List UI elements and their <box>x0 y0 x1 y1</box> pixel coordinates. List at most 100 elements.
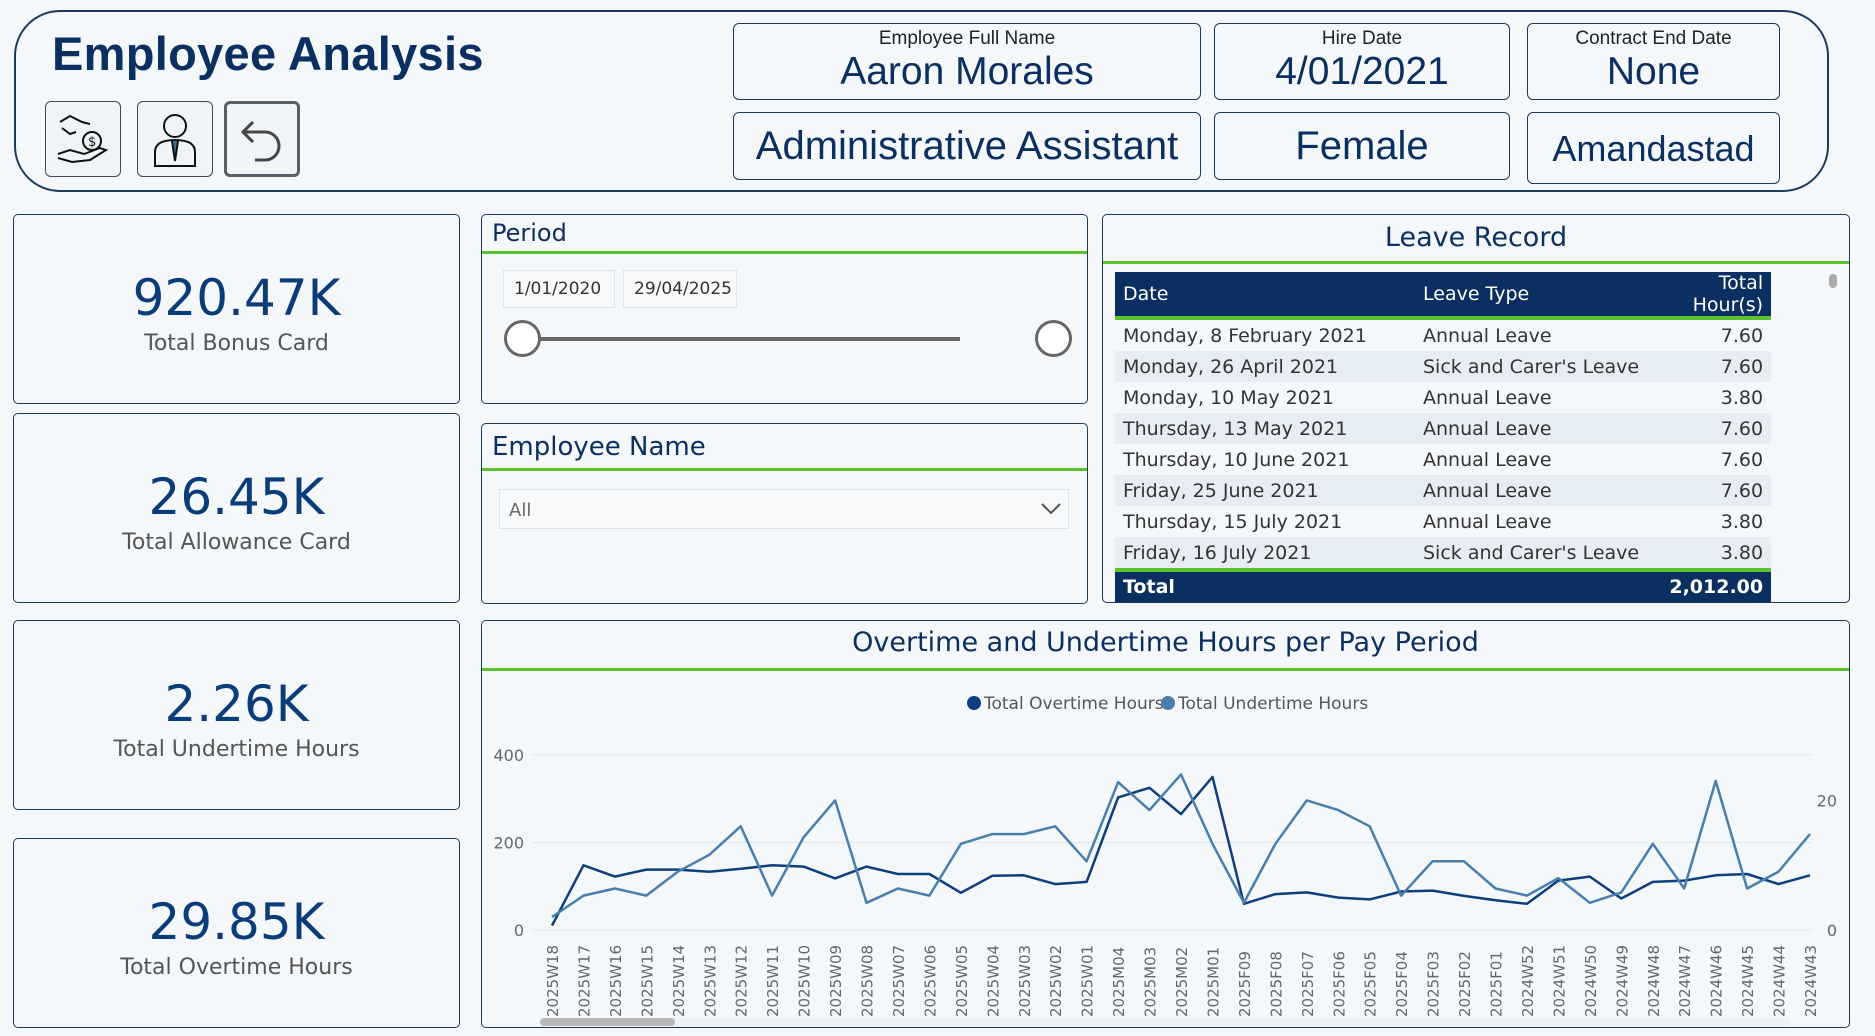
cell-hours: 3.80 <box>1647 537 1772 570</box>
cell-hours: 3.80 <box>1647 506 1772 537</box>
employee-icon <box>154 114 196 167</box>
leave-title-underline <box>1103 261 1849 264</box>
x-tick-label: 2025F06 <box>1330 951 1348 1017</box>
gender-card: Female <box>1214 112 1510 180</box>
money-hand-icon: $ <box>57 114 109 164</box>
kpi-label: Total Undertime Hours <box>113 737 360 762</box>
x-tick-label: 2024W44 <box>1771 945 1789 1017</box>
kpi-total-undertime: 2.26K Total Undertime Hours <box>13 620 460 810</box>
cell-leave-type: Annual Leave <box>1415 506 1648 537</box>
legend-label: Total Overtime Hours <box>983 694 1164 714</box>
chart-title-underline <box>482 668 1849 671</box>
svg-text:$: $ <box>88 135 96 150</box>
table-row[interactable]: Friday, 16 July 2021 Sick and Carer's Lea… <box>1115 537 1772 570</box>
x-tick-label: 2025M01 <box>1204 947 1222 1017</box>
x-tick-label: 2025F09 <box>1236 951 1254 1017</box>
column-header-leave-type[interactable]: Leave Type <box>1415 272 1648 320</box>
leave-total-row: Total 2,012.00 <box>1115 568 1772 602</box>
x-tick-label: 2025W08 <box>859 945 877 1017</box>
table-row[interactable]: Monday, 10 May 2021 Annual Leave 3.80 <box>1115 382 1772 413</box>
chart-svg: 0 200 400 0 20 Total Overtime Hours Total Unde… <box>493 694 1837 1026</box>
x-tick-label: 2025M04 <box>1110 947 1128 1017</box>
cell-date: Friday, 16 July 2021 <box>1115 537 1415 570</box>
x-tick-label: 2025F04 <box>1393 951 1411 1017</box>
x-tick-label: 2024W51 <box>1550 945 1568 1017</box>
x-tick-label: 2024W48 <box>1645 945 1663 1017</box>
table-row[interactable]: Thursday, 10 June 2021 Annual Leave 7.60 <box>1115 444 1772 475</box>
kpi-total-overtime: 29.85K Total Overtime Hours <box>13 838 460 1028</box>
x-tick-label: 2024W52 <box>1519 945 1537 1017</box>
x-tick-label: 2025W09 <box>827 945 845 1017</box>
x-tick-label: 2025W17 <box>575 945 593 1017</box>
x-tick-label: 2025F07 <box>1299 951 1317 1017</box>
cell-leave-type: Sick and Carer's Leave <box>1415 537 1648 570</box>
period-slider-track[interactable] <box>522 337 960 341</box>
x-tick-label: 2025W04 <box>984 945 1002 1017</box>
period-slicer-title: Period <box>492 219 567 247</box>
x-tick-label: 2024W47 <box>1676 945 1694 1017</box>
x-tick-label: 2025W12 <box>733 945 751 1017</box>
employee-title-underline <box>482 468 1087 471</box>
period-slider-start-handle[interactable] <box>504 320 541 357</box>
leave-record-panel: Leave Record Date Leave Type Total Hour(… <box>1102 214 1850 603</box>
cell-leave-type: Sick and Carer's Leave <box>1415 351 1648 382</box>
hire-date-label: Hire Date <box>1321 28 1403 49</box>
period-slicer: Period 1/01/2020 29/04/2025 <box>481 214 1088 404</box>
chart-scrollbar-thumb[interactable] <box>540 1018 675 1026</box>
employee-name-value: Aaron Morales <box>840 50 1094 93</box>
back-arrow-icon <box>240 120 281 162</box>
employee-nav-button[interactable] <box>137 101 213 177</box>
y-right-tick-label: 20 <box>1817 791 1837 810</box>
cell-leave-type: Annual Leave <box>1415 475 1648 506</box>
scrollbar-thumb[interactable] <box>1829 274 1837 288</box>
column-header-date[interactable]: Date <box>1115 272 1415 320</box>
x-tick-label: 2025W06 <box>921 945 939 1017</box>
table-row[interactable]: Friday, 25 June 2021 Annual Leave 7.60 <box>1115 475 1772 506</box>
chevron-down-icon <box>1041 503 1061 515</box>
cell-date: Thursday, 13 May 2021 <box>1115 413 1415 444</box>
employee-name-label: Employee Full Name <box>878 28 1056 49</box>
cell-leave-type: Annual Leave <box>1415 444 1648 475</box>
legend-marker <box>967 696 981 710</box>
employee-name-dropdown[interactable]: All <box>499 489 1069 529</box>
cell-hours: 7.60 <box>1647 351 1772 382</box>
x-tick-label: 2024W46 <box>1708 945 1726 1017</box>
back-button[interactable] <box>224 101 300 177</box>
x-tick-label: 2024W49 <box>1613 945 1631 1017</box>
x-tick-label: 2025M03 <box>1142 947 1160 1017</box>
x-tick-label: 2025W02 <box>1047 945 1065 1017</box>
kpi-label: Total Bonus Card <box>144 331 329 356</box>
y-right-tick-label: 0 <box>1827 921 1837 940</box>
x-tick-label: 2025W01 <box>1079 945 1097 1017</box>
period-slider-end-handle[interactable] <box>1035 320 1072 357</box>
period-end-input[interactable]: 29/04/2025 <box>623 270 737 308</box>
cell-hours: 7.60 <box>1647 444 1772 475</box>
period-start-input[interactable]: 1/01/2020 <box>503 270 615 308</box>
table-row[interactable]: Thursday, 15 July 2021 Annual Leave 3.80 <box>1115 506 1772 537</box>
cell-date: Thursday, 10 June 2021 <box>1115 444 1415 475</box>
x-tick-label: 2025F08 <box>1267 951 1285 1017</box>
cell-date: Friday, 25 June 2021 <box>1115 475 1415 506</box>
contract-end-value: None <box>1606 50 1701 93</box>
x-tick-label: 2025W05 <box>953 945 971 1017</box>
cell-date: Thursday, 15 July 2021 <box>1115 506 1415 537</box>
kpi-total-allowance: 26.45K Total Allowance Card <box>13 413 460 603</box>
table-row[interactable]: Monday, 8 February 2021 Annual Leave 7.60 <box>1115 318 1772 351</box>
location-card: Amandastad <box>1527 112 1780 184</box>
kpi-value: 2.26K <box>164 675 309 733</box>
cell-date: Monday, 8 February 2021 <box>1115 318 1415 351</box>
table-row[interactable]: Monday, 26 April 2021 Sick and Carer's Le… <box>1115 351 1772 382</box>
cell-hours: 7.60 <box>1647 413 1772 444</box>
column-header-total-hours[interactable]: Total Hour(s) <box>1647 272 1772 320</box>
payroll-nav-button[interactable]: $ <box>45 101 121 177</box>
x-tick-label: 2025W03 <box>1016 945 1034 1017</box>
table-row[interactable]: Thursday, 13 May 2021 Annual Leave 7.60 <box>1115 413 1772 444</box>
leave-table-scrollbar[interactable] <box>1829 272 1837 592</box>
period-title-underline <box>482 251 1087 254</box>
kpi-label: Total Overtime Hours <box>120 955 353 980</box>
dropdown-selected-value: All <box>509 500 532 521</box>
legend-marker <box>1161 696 1175 710</box>
legend-label: Total Undertime Hours <box>1177 694 1368 714</box>
leave-table-wrapper: Date Leave Type Total Hour(s) Monday, 8 … <box>1115 272 1772 602</box>
x-tick-label: 2025W14 <box>670 945 688 1017</box>
